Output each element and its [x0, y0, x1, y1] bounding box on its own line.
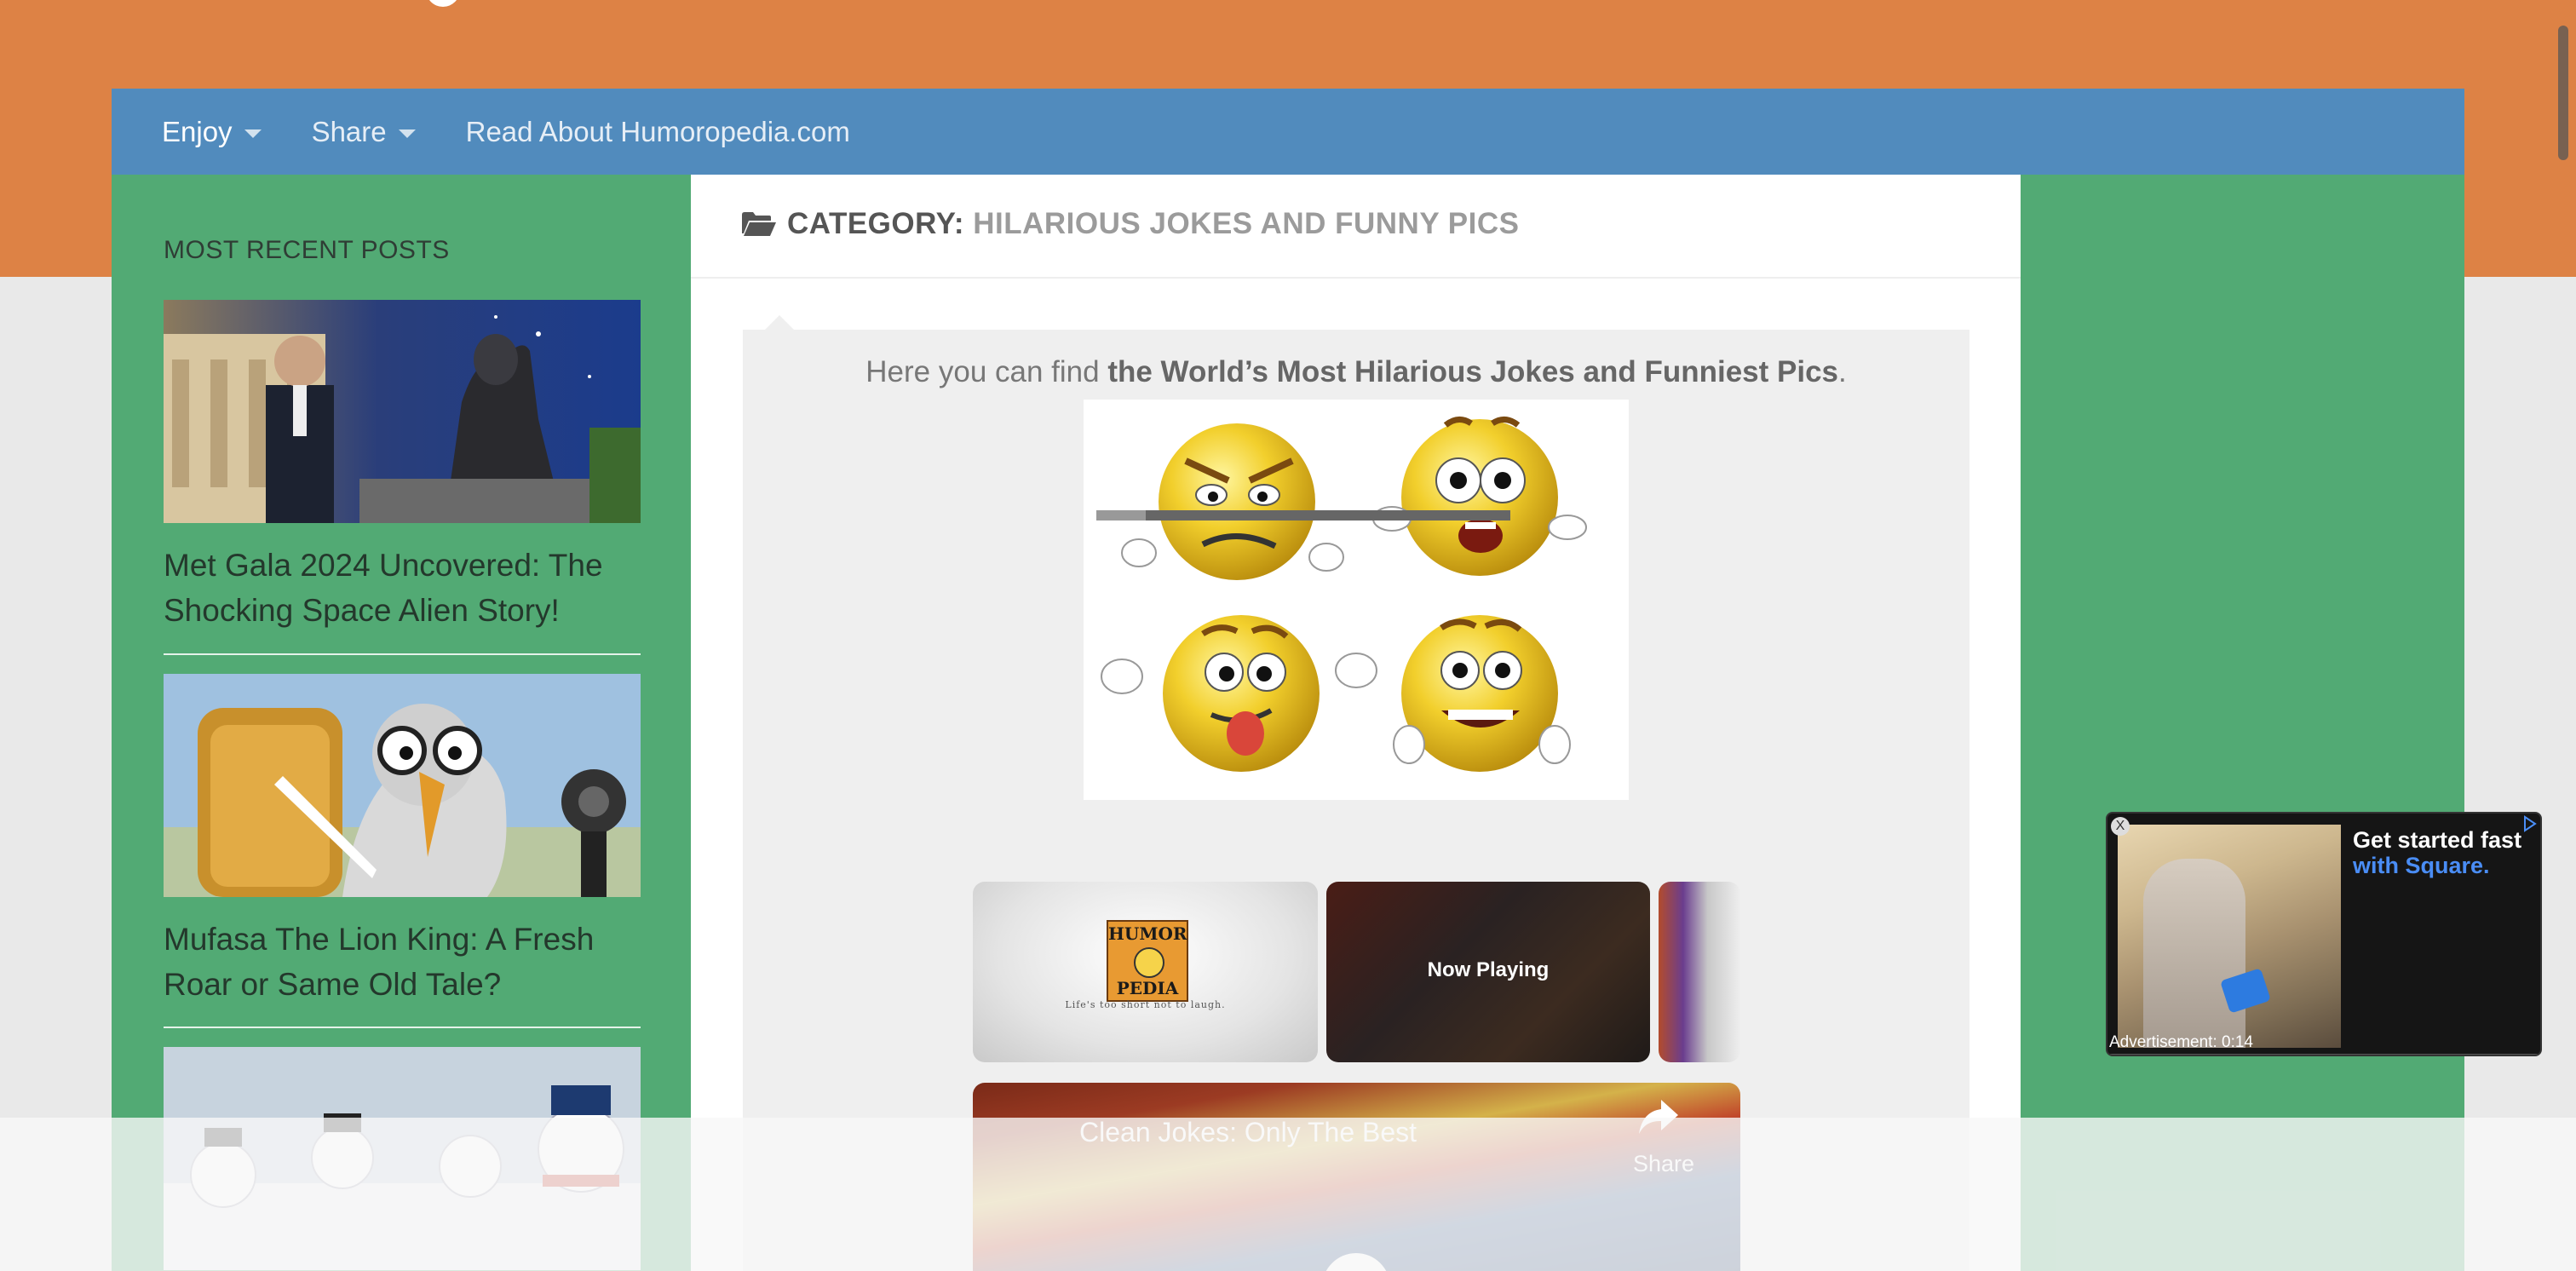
- nav-item-label: Share: [311, 115, 387, 147]
- divider: [164, 653, 641, 655]
- nav-item-share[interactable]: Share: [312, 116, 416, 148]
- right-sidebar: [2021, 175, 2464, 1271]
- nav-item-enjoy[interactable]: Enjoy: [162, 116, 262, 148]
- description-notch: [764, 315, 795, 331]
- smiley-icon: [1134, 947, 1164, 978]
- play-button[interactable]: [1322, 1253, 1390, 1271]
- category-title: CATEGORY: HILARIOUS JOKES AND FUNNY PICS: [787, 207, 1519, 241]
- share-icon[interactable]: [1637, 1098, 1680, 1136]
- logo-tagline: Life's too short not to laugh.: [1065, 999, 1226, 1010]
- post-title-link[interactable]: Mufasa The Lion King: A Fresh Roar or Sa…: [164, 917, 641, 1007]
- description-text: Here you can find the World’s Most Hilar…: [743, 355, 1969, 389]
- video-thumbnail[interactable]: [1659, 882, 1740, 1062]
- chevron-down-icon: [244, 129, 262, 138]
- ad-image: [2118, 825, 2341, 1048]
- category-name: HILARIOUS JOKES AND FUNNY PICS: [973, 207, 1520, 240]
- ad-progress-bar: [2107, 1054, 2540, 1055]
- ad-headline-line2: with Square.: [2353, 853, 2490, 878]
- category-prefix: CATEGORY:: [787, 207, 965, 240]
- humoropedia-logo: HUMOR PEDIA: [1107, 920, 1188, 1002]
- category-description: Here you can find the World’s Most Hilar…: [743, 330, 1969, 1271]
- post-thumbnail[interactable]: [164, 674, 641, 897]
- left-sidebar: MOST RECENT POSTS Met Gala 2024 Uncovere…: [112, 175, 691, 1271]
- logo-text-top: HUMOR: [1108, 923, 1187, 944]
- nav-item-label: Read About Humoropedia.com: [465, 115, 850, 147]
- ad-headline: Get started fast with Square.: [2353, 827, 2521, 878]
- nav-item-about[interactable]: Read About Humoropedia.com: [466, 116, 850, 148]
- divider: [164, 1027, 641, 1028]
- main-navigation: Enjoy Share Read About Humoropedia.com: [112, 89, 2464, 175]
- post-thumbnail[interactable]: [164, 300, 641, 523]
- video-player[interactable]: Clean Jokes: Only The Best Share: [973, 1083, 1740, 1271]
- ad-person-figure: [2143, 859, 2245, 1048]
- ad-headline-line1: Get started fast: [2353, 827, 2522, 853]
- main-content: CATEGORY: HILARIOUS JOKES AND FUNNY PICS…: [691, 175, 2021, 1271]
- video-title: Clean Jokes: Only The Best: [1079, 1117, 1417, 1147]
- video-thumbnail-current[interactable]: Now Playing: [1326, 882, 1650, 1062]
- adchoices-icon[interactable]: [2521, 815, 2539, 832]
- category-header: CATEGORY: HILARIOUS JOKES AND FUNNY PICS: [691, 175, 2021, 279]
- description-tail: .: [1838, 355, 1847, 388]
- chevron-down-icon: [398, 129, 416, 138]
- widget-title: MOST RECENT POSTS: [164, 236, 450, 264]
- description-bold: the World’s Most Hilarious Jokes and Fun…: [1107, 355, 1838, 388]
- post-thumbnail[interactable]: [164, 1047, 641, 1270]
- ad-timer: Advertisement: 0:14: [2109, 1033, 2253, 1051]
- share-button[interactable]: Share: [1633, 1151, 1694, 1177]
- post-title-link[interactable]: Met Gala 2024 Uncovered: The Shocking Sp…: [164, 543, 641, 633]
- page-scrollbar-thumb[interactable]: [2558, 26, 2568, 160]
- folder-open-icon: [742, 212, 776, 236]
- video-advertisement[interactable]: X Get started fast with Square. Advertis…: [2106, 812, 2542, 1056]
- now-playing-label: Now Playing: [1427, 958, 1550, 981]
- logo-text-bottom: PEDIA: [1116, 978, 1179, 998]
- video-playlist: HUMOR PEDIA Life's too short not to laug…: [973, 882, 1740, 1076]
- nav-item-label: Enjoy: [162, 115, 233, 147]
- close-icon[interactable]: X: [2111, 817, 2130, 836]
- playlist-scroll-thumb[interactable]: [1096, 510, 1146, 520]
- site-logo-fragment: [426, 0, 460, 7]
- funny-emoji-image: [1084, 400, 1629, 800]
- playlist-scrollbar[interactable]: [1096, 510, 1510, 520]
- description-lead: Here you can find: [865, 355, 1108, 388]
- video-thumbnail[interactable]: HUMOR PEDIA Life's too short not to laug…: [973, 882, 1318, 1062]
